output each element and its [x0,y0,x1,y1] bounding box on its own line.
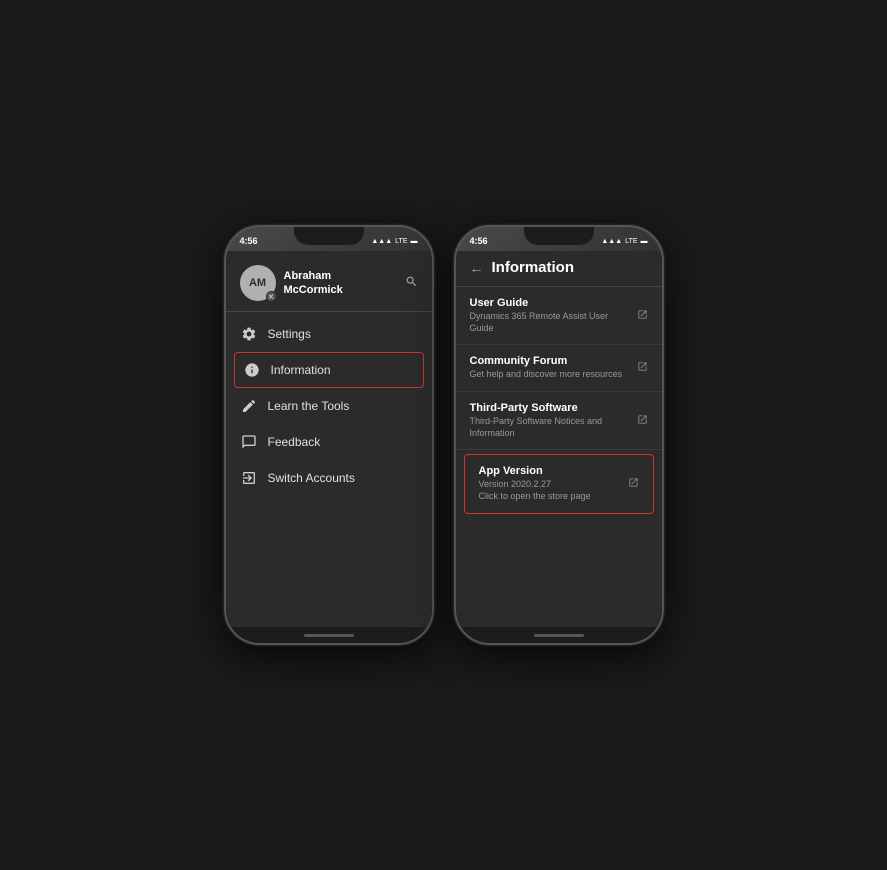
menu-item-feedback[interactable]: Feedback [226,424,432,460]
user-guide-text: User Guide Dynamics 365 Remote Assist Us… [470,297,629,334]
info-item-community-forum[interactable]: Community Forum Get help and discover mo… [456,345,662,392]
status-icons-left: ▲▲▲ LTE ▬ [371,238,417,245]
info-item-user-guide[interactable]: User Guide Dynamics 365 Remote Assist Us… [456,287,662,345]
switch-icon [240,469,258,487]
app-version-text: App Version Version 2020.2.27 Click to o… [479,465,620,502]
search-button[interactable] [405,275,418,291]
app-version-subtitle-2: Click to open the store page [479,491,620,503]
battery-icon-left: ▬ [411,238,418,245]
pencil-icon [240,397,258,415]
third-party-text: Third-Party Software Third-Party Softwar… [470,402,629,439]
gear-icon [240,325,258,343]
user-guide-title: User Guide [470,297,629,309]
avatar-area: AM ✕ Abraham McCormick [240,265,343,301]
info-header: ← Information [456,251,662,287]
menu-item-settings[interactable]: Settings [226,316,432,352]
info-icon [243,361,261,379]
menu-divider [226,311,432,312]
avatar: AM ✕ [240,265,276,301]
info-item-app-version[interactable]: App Version Version 2020.2.27 Click to o… [464,454,654,513]
info-list: User Guide Dynamics 365 Remote Assist Us… [456,287,662,627]
home-indicator-right [456,627,662,643]
external-link-icon-app-version [628,477,639,491]
signal-icon-left: ▲▲▲ [371,238,392,245]
signal-icon-right: ▲▲▲ [601,238,622,245]
menu-item-information[interactable]: Information [234,352,424,388]
home-bar-right [534,634,584,637]
learn-tools-label: Learn the Tools [268,399,350,413]
menu-screen: AM ✕ Abraham McCormick [226,251,432,627]
user-name-line1: Abraham [284,269,343,283]
external-link-icon-third-party [637,414,648,428]
status-icons-right: ▲▲▲ LTE ▬ [601,238,647,245]
home-indicator-left [226,627,432,643]
info-screen: ← Information User Guide Dynamics 365 Re… [456,251,662,627]
home-bar-left [304,634,354,637]
external-link-icon-community [637,361,648,375]
feedback-icon [240,433,258,451]
left-phone: 4:56 ▲▲▲ LTE ▬ AM ✕ Abraham McCormick [224,225,434,645]
app-version-title: App Version [479,465,620,477]
info-item-third-party[interactable]: Third-Party Software Third-Party Softwar… [456,392,662,450]
feedback-label: Feedback [268,435,321,449]
menu-header: AM ✕ Abraham McCormick [226,259,432,311]
third-party-title: Third-Party Software [470,402,629,414]
notch-right [524,227,594,245]
community-forum-subtitle: Get help and discover more resources [470,369,629,381]
community-forum-title: Community Forum [470,355,629,367]
community-forum-text: Community Forum Get help and discover mo… [470,355,629,381]
user-name-line2: McCormick [284,283,343,297]
app-version-subtitle-1: Version 2020.2.27 [479,479,620,491]
back-button[interactable]: ← [470,260,484,276]
settings-label: Settings [268,327,311,341]
user-name: Abraham McCormick [284,269,343,298]
status-time-right: 4:56 [470,236,488,246]
lte-icon-right: LTE [625,238,637,245]
status-time-left: 4:56 [240,236,258,246]
menu-item-switch-accounts[interactable]: Switch Accounts [226,460,432,496]
menu-item-learn-tools[interactable]: Learn the Tools [226,388,432,424]
notch [294,227,364,245]
external-link-icon-user-guide [637,309,648,323]
right-phone: 4:56 ▲▲▲ LTE ▬ ← Information User Guide … [454,225,664,645]
lte-icon-left: LTE [395,238,407,245]
user-guide-subtitle: Dynamics 365 Remote Assist User Guide [470,311,629,334]
avatar-initials: AM [249,277,266,289]
third-party-subtitle: Third-Party Software Notices and Informa… [470,416,629,439]
switch-accounts-label: Switch Accounts [268,471,355,485]
info-page-title: Information [492,259,575,276]
battery-icon-right: ▬ [641,238,648,245]
information-label: Information [271,363,331,377]
avatar-badge: ✕ [266,291,277,302]
